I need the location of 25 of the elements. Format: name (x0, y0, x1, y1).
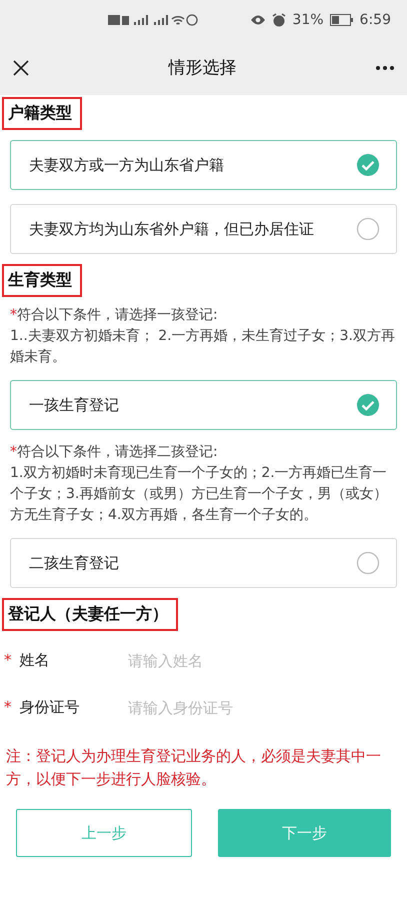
clock-time: 6:59 (360, 12, 391, 28)
option-item[interactable]: 二孩生育登记 (10, 538, 397, 588)
battery-icon (330, 14, 354, 26)
input-field[interactable]: 请输入身份证号 (128, 698, 348, 716)
eye-icon (250, 14, 266, 26)
section-heading: 生育类型 (2, 264, 82, 297)
field-label: 身份证号 (20, 698, 80, 717)
warning-note: 注：登记人为办理生育登记业务的人，必须是夫妻其中一方，以便下一步进行人脸核验。 (6, 746, 382, 790)
alarm-icon (272, 13, 286, 27)
section-heading: 户籍类型 (2, 97, 82, 130)
signal-icon (108, 13, 198, 27)
field-label: 姓名 (20, 651, 50, 670)
battery-percent: 31% (292, 12, 324, 28)
required-mark: * (4, 651, 12, 670)
more-icon[interactable] (375, 64, 395, 70)
option-item[interactable]: 夫妻双方或一方为山东省户籍 (10, 140, 397, 190)
input-field[interactable]: 请输入姓名 (128, 652, 348, 670)
close-icon[interactable] (12, 58, 30, 76)
option-item[interactable]: 夫妻双方均为山东省外户籍，但已办居住证 (10, 204, 397, 254)
condition-note: *符合以下条件，请选择一孩登记: 1..夫妻双方初婚未育； 2.一方再婚，未生育过子女；3.双方再婚未育。 (10, 306, 396, 367)
condition-note: *符合以下条件，请选择二孩登记: 1.双方初婚时未育现已生育一个子女的；2.一方再婚已生育一个子女；3.再婚前女（或男）方已生育一个子女，男（或女）方无生育子女；4.双方再婚，各生育一个子女的。 (10, 443, 388, 525)
option-item[interactable]: 一孩生育登记 (10, 380, 397, 430)
required-mark: * (4, 698, 12, 717)
section-heading: 登记人（夫妻任一方） (2, 598, 178, 631)
page-title: 情形选择 (168, 57, 236, 79)
